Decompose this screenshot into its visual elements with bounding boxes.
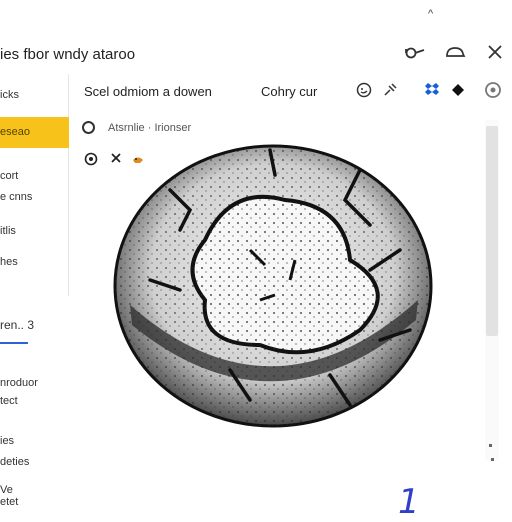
- smiley-icon[interactable]: [354, 80, 374, 100]
- sidebar-item-active[interactable]: eseao: [0, 117, 69, 148]
- dropbox-icon[interactable]: [422, 80, 442, 100]
- target-icon[interactable]: [84, 152, 98, 169]
- window-title: ies fbor wndy ataroo: [0, 46, 136, 63]
- sidebar-item[interactable]: e cnns: [0, 191, 32, 203]
- cookie-illustration: [110, 130, 440, 440]
- loading-icon: [82, 121, 95, 134]
- sidebar-item[interactable]: ies: [0, 435, 14, 447]
- caret-icon[interactable]: ^: [428, 8, 433, 20]
- glasses-icon[interactable]: [404, 42, 426, 62]
- sidebar-item[interactable]: Ve: [0, 484, 13, 496]
- diamond-icon[interactable]: [448, 80, 468, 100]
- toolbar-label[interactable]: Cohry cur: [261, 84, 317, 99]
- close-icon[interactable]: [484, 42, 506, 62]
- toolbar-title[interactable]: Scel odmiom a dowen: [84, 84, 212, 99]
- sidebar-item[interactable]: icks: [0, 89, 19, 101]
- cap-icon[interactable]: [444, 42, 466, 62]
- sidebar-selected-underline: [0, 342, 28, 344]
- sidebar-divider: [68, 74, 69, 296]
- scroll-dot: [491, 458, 494, 461]
- pin-icon[interactable]: [380, 80, 400, 100]
- sidebar-item[interactable]: deties: [0, 456, 29, 468]
- handwritten-mark: 1: [398, 482, 420, 522]
- sidebar-item[interactable]: cort: [0, 170, 18, 182]
- sidebar-item[interactable]: tect: [0, 395, 18, 407]
- sidebar-item[interactable]: hes: [0, 256, 18, 268]
- sidebar-item[interactable]: nroduor: [0, 377, 38, 389]
- sidebar-item[interactable]: itlis: [0, 225, 16, 237]
- scroll-dot: [489, 444, 492, 447]
- scrollbar-thumb[interactable]: [486, 126, 498, 336]
- sidebar-item-label: eseao: [0, 126, 30, 138]
- sidebar-item[interactable]: ren.. 3: [0, 318, 34, 332]
- circle-target-icon[interactable]: [483, 80, 503, 100]
- sidebar-item[interactable]: etet: [0, 496, 18, 508]
